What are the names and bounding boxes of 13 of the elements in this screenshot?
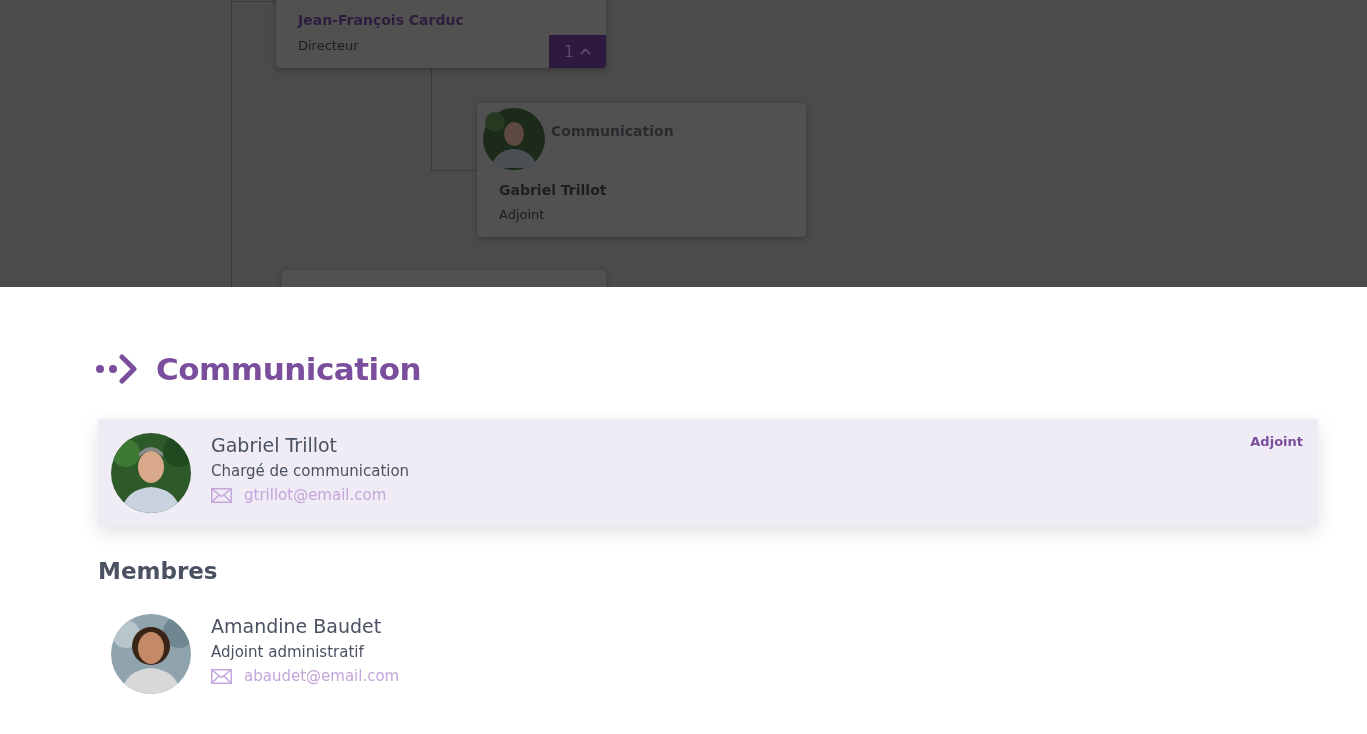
caret-icon (579, 48, 591, 55)
arrow-icon (96, 354, 140, 384)
person-name: Gabriel Trillot (211, 434, 339, 456)
role-label: Adjoint (1250, 434, 1303, 449)
email-link[interactable]: gtrillot@email.com (244, 486, 387, 504)
person-name: Amandine Baudet (211, 615, 383, 637)
email-icon (211, 668, 232, 684)
section-title: Communication (156, 351, 422, 387)
members-heading: Membres (98, 558, 219, 584)
job-title: Adjoint administratif (211, 643, 365, 661)
email-link[interactable]: abaudet@email.com (244, 667, 400, 685)
email-icon (211, 487, 232, 503)
job-title: Chargé de communication (211, 462, 410, 480)
